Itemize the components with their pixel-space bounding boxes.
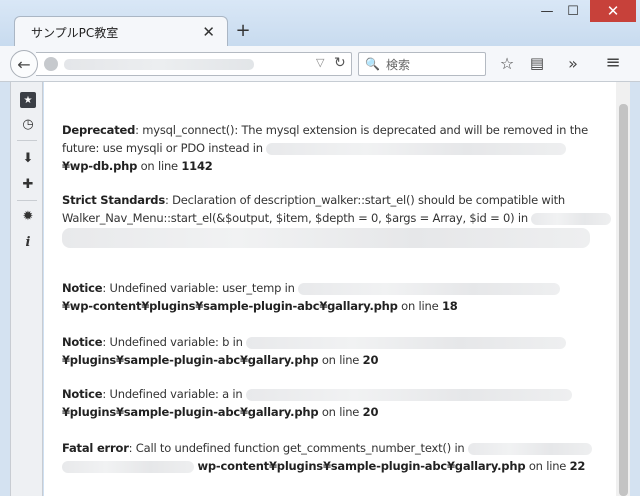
- error-line-number: 22: [569, 459, 586, 473]
- error-file-path: ¥plugins¥sample-plugin-abc¥gallary.php: [62, 353, 319, 367]
- redacted-path: [531, 212, 612, 225]
- maximize-button[interactable]: ☐: [560, 0, 586, 22]
- error-message-deprecated-line2: future: use mysqli or PDO instead in: [62, 140, 567, 157]
- error-message-strict-line2: Walker_Nav_Menu::start_el(&$output, $ite…: [62, 210, 612, 227]
- error-message-notice-1: Notice: Undefined variable: user_temp in: [62, 280, 561, 297]
- error-text: : Undefined variable: a in: [102, 387, 243, 401]
- bookmark-star-icon[interactable]: ☆: [496, 54, 518, 73]
- search-placeholder: 検索: [385, 57, 410, 72]
- error-text: : Undefined variable: b in: [102, 335, 243, 349]
- tab-title: サンプルPC教室: [31, 25, 119, 40]
- search-input[interactable]: 🔍 検索: [358, 52, 486, 76]
- hamburger-menu-icon[interactable]: ≡: [602, 52, 624, 73]
- error-line-number: 1142: [181, 159, 213, 173]
- bookmarks-icon[interactable]: ★: [20, 92, 36, 108]
- reload-icon[interactable]: ↻: [334, 55, 346, 71]
- error-file-path: wp-content¥plugins¥sample-plugin-abc¥gal…: [197, 459, 526, 473]
- error-level: Fatal error: [62, 441, 129, 455]
- redacted-path: [246, 336, 567, 349]
- addons-icon[interactable]: ✚: [20, 176, 36, 192]
- navigation-bar: ▽ ↻ ← 🔍 検索 ☆ ▤ » ≡: [0, 46, 640, 82]
- sidebar-divider: [17, 140, 37, 141]
- tab-close-icon[interactable]: ✕: [202, 23, 215, 41]
- error-message-notice-2-line2: ¥plugins¥sample-plugin-abc¥gallary.php o…: [62, 353, 379, 367]
- info-icon[interactable]: i: [20, 234, 36, 250]
- error-message-deprecated-line3: ¥wp-db.php on line 1142: [62, 159, 213, 173]
- error-message-notice-3-line2: ¥plugins¥sample-plugin-abc¥gallary.php o…: [62, 405, 379, 419]
- error-text: : Call to undefined function get_comment…: [128, 441, 465, 455]
- search-icon: 🔍: [365, 57, 380, 71]
- error-line-number: 20: [362, 353, 379, 367]
- error-message-notice-2: Notice: Undefined variable: b in: [62, 334, 567, 351]
- error-line-number: 20: [362, 405, 379, 419]
- page-content: Deprecated: mysql_connect(): The mysql e…: [44, 82, 616, 496]
- sidebar-divider: [17, 200, 37, 201]
- url-dropdown-icon[interactable]: ▽: [316, 56, 324, 69]
- back-arrow-icon: ←: [17, 54, 31, 74]
- overflow-chevron-icon[interactable]: »: [562, 54, 584, 73]
- error-level: Notice: [62, 387, 103, 401]
- settings-icon[interactable]: ✹: [20, 208, 36, 224]
- redacted-path: [468, 442, 592, 455]
- tab-active[interactable]: サンプルPC教室 ✕: [14, 16, 228, 47]
- error-level: Deprecated: [62, 123, 136, 137]
- url-bar[interactable]: ▽ ↻: [36, 52, 352, 76]
- error-file-path: ¥plugins¥sample-plugin-abc¥gallary.php: [62, 405, 319, 419]
- error-text: Walker_Nav_Menu::start_el(&$output, $ite…: [62, 211, 528, 225]
- sidebar-toolbar: ★ ◷ ⬇ ✚ ✹ i: [10, 82, 43, 496]
- redacted-path: [245, 388, 572, 401]
- site-identity-icon[interactable]: [44, 57, 58, 71]
- error-level: Notice: [62, 335, 103, 349]
- window-close-button[interactable]: ✕: [590, 0, 636, 22]
- error-line-number: 18: [441, 299, 458, 313]
- error-text: future: use mysqli or PDO instead in: [62, 141, 263, 155]
- error-message-notice-3: Notice: Undefined variable: a in: [62, 386, 572, 403]
- error-message-notice-1-line2: ¥wp-content¥plugins¥sample-plugin-abc¥ga…: [62, 299, 458, 313]
- bookmarks-menu-icon[interactable]: ▤: [526, 54, 548, 72]
- redacted-path: [298, 282, 561, 295]
- window-left-edge: [0, 82, 10, 496]
- url-text-redacted: [64, 59, 254, 70]
- minimize-button[interactable]: —: [534, 0, 560, 22]
- error-message-strict: Strict Standards: Declaration of descrip…: [62, 192, 565, 209]
- downloads-icon[interactable]: ⬇: [20, 150, 36, 166]
- error-text: : Undefined variable: user_temp in: [102, 281, 295, 295]
- scrollbar-thumb[interactable]: [619, 104, 628, 496]
- error-message-fatal-line2: wp-content¥plugins¥sample-plugin-abc¥gal…: [62, 458, 585, 475]
- error-message-deprecated: Deprecated: mysql_connect(): The mysql e…: [62, 122, 588, 139]
- error-level: Strict Standards: [62, 193, 165, 207]
- error-file-path: ¥wp-content¥plugins¥sample-plugin-abc¥ga…: [62, 299, 398, 313]
- history-icon[interactable]: ◷: [20, 116, 36, 132]
- back-button[interactable]: ←: [10, 50, 38, 78]
- error-text: : Declaration of description_walker::sta…: [164, 193, 566, 207]
- redacted-path: [62, 460, 194, 473]
- error-message-fatal: Fatal error: Call to undefined function …: [62, 440, 592, 457]
- new-tab-button[interactable]: +: [232, 18, 254, 42]
- error-level: Notice: [62, 281, 103, 295]
- redacted-path-block: [62, 228, 590, 248]
- redacted-path: [266, 142, 567, 155]
- error-file-path: ¥wp-db.php: [62, 159, 138, 173]
- window-right-edge: [630, 82, 640, 496]
- error-text: : mysql_connect(): The mysql extension i…: [135, 123, 588, 137]
